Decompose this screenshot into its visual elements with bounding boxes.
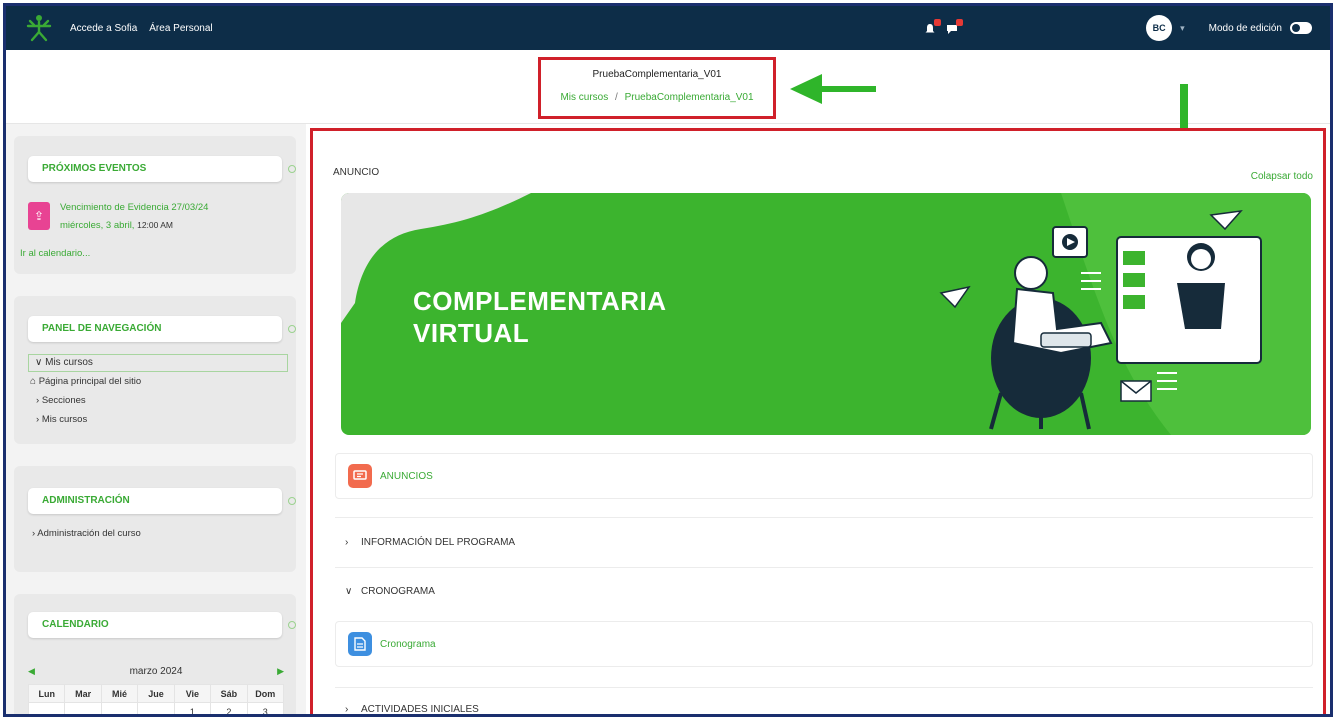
block-title-navigation: PANEL DE NAVEGACIÓN	[28, 316, 296, 342]
calendar-day[interactable]: 2	[210, 702, 248, 714]
block-title-admin: ADMINISTRACIÓN	[28, 488, 296, 514]
weekday: Mar	[64, 684, 102, 703]
section-informacion-programa[interactable]: › INFORMACIÓN DEL PROGRAMA	[335, 517, 1313, 567]
nav-item-label: Secciones	[41, 395, 86, 406]
weekday: Lun	[27, 684, 66, 703]
left-sidebar: PRÓXIMOS EVENTOS ⇪ Vencimiento de Eviden…	[6, 124, 306, 714]
chat-icon[interactable]	[946, 19, 964, 34]
go-to-calendar-link[interactable]: Ir al calendario...	[20, 248, 90, 259]
chevron-right-icon: ›	[345, 704, 349, 715]
section-label: ACTIVIDADES INICIALES	[361, 704, 479, 715]
next-month-icon[interactable]: ▶	[277, 666, 284, 677]
forum-icon	[348, 464, 372, 488]
event-date-text[interactable]: miércoles, 3 abril,	[60, 220, 134, 231]
page-header: PruebaComplementaria_V01 Mis cursos / Pr…	[6, 50, 1330, 166]
sena-logo-icon[interactable]	[24, 13, 54, 43]
event-file-icon: ⇪	[28, 202, 50, 230]
nav-item-home[interactable]: ⌂ Página principal del sitio	[30, 376, 141, 387]
banner-title: COMPLEMENTARIA VIRTUAL	[413, 285, 667, 349]
section-label: CRONOGRAMA	[361, 586, 435, 597]
weekday: Mié	[100, 684, 139, 703]
calendar-day[interactable]: 1	[173, 702, 212, 714]
schedule-activity[interactable]: Cronograma	[335, 621, 1313, 667]
page-title: PruebaComplementaria_V01	[592, 69, 722, 80]
nav-item-label: Página principal del sitio	[38, 376, 142, 387]
event-date: miércoles, 3 abril, 12:00 AM	[60, 220, 173, 231]
breadcrumb: Mis cursos / PruebaComplementaria_V01	[541, 92, 773, 103]
calendar-block: CALENDARIO ◀ marzo 2024 ▶ Lun Mar Mié Ju…	[14, 594, 296, 714]
calendar-day	[27, 702, 66, 714]
course-content-panel: ANUNCIO Colapsar todo COMPLEMENTARIA VIR…	[310, 128, 1326, 715]
calendar-day	[137, 702, 175, 714]
page-frame: Accede a Sofia Área Personal BC ▾ Modo d…	[3, 3, 1333, 717]
event-link[interactable]: Vencimiento de Evidencia 27/03/24	[60, 202, 208, 213]
nav-item-label: Mis cursos	[45, 357, 93, 368]
event-time: 12:00 AM	[137, 220, 174, 230]
home-icon: ⌂	[30, 376, 37, 387]
banner-line-1: COMPLEMENTARIA	[413, 286, 667, 316]
breadcrumb-mis-cursos[interactable]: Mis cursos	[560, 92, 608, 103]
navigation-block: PANEL DE NAVEGACIÓN ∨ Mis cursos ⌂ Págin…	[14, 296, 296, 444]
block-title-calendar: CALENDARIO	[28, 612, 296, 638]
user-avatar[interactable]: BC	[1146, 15, 1173, 41]
weekday: Dom	[246, 684, 285, 703]
banner-line-2: VIRTUAL	[413, 318, 530, 348]
nav-link-area-personal[interactable]: Área Personal	[149, 23, 212, 34]
weekday: Jue	[137, 684, 175, 703]
chevron-right-icon: ›	[36, 414, 40, 425]
announcements-activity[interactable]: ANUNCIOS	[335, 453, 1313, 499]
section-cronograma[interactable]: ∨ CRONOGRAMA	[335, 567, 1313, 615]
bell-icon[interactable]	[924, 19, 942, 34]
edit-mode-toggle[interactable]	[1290, 22, 1312, 34]
section-title-anuncio: ANUNCIO	[333, 167, 380, 178]
prev-month-icon[interactable]: ◀	[28, 666, 35, 677]
calendar-header: ◀ marzo 2024 ▶	[28, 666, 284, 677]
section-actividades-iniciales[interactable]: › ACTIVIDADES INICIALES	[335, 687, 1313, 715]
nav-link-sofia[interactable]: Accede a Sofia	[70, 23, 137, 34]
chevron-right-icon: ›	[32, 528, 36, 539]
weekday: Sáb	[210, 684, 248, 703]
calendar-day[interactable]: 3	[246, 702, 285, 714]
calendar-month: marzo 2024	[129, 666, 183, 677]
breadcrumb-separator: /	[615, 92, 618, 103]
weekday: Vie	[173, 684, 212, 703]
collapse-all-link[interactable]: Colapsar todo	[1251, 171, 1313, 182]
calendar-weekdays: Lun Mar Mié Jue Vie Sáb Dom	[27, 684, 285, 703]
nav-item-mis-cursos[interactable]: ∨ Mis cursos	[28, 354, 288, 372]
chevron-down-icon[interactable]: ▾	[1180, 23, 1185, 34]
arrow-left-icon	[790, 74, 876, 104]
announcements-link[interactable]: ANUNCIOS	[380, 471, 433, 482]
chevron-down-icon: ∨	[35, 357, 43, 368]
nav-item-secciones[interactable]: › Secciones	[36, 395, 86, 406]
nav-item-mis-cursos-sub[interactable]: › Mis cursos	[36, 414, 87, 425]
course-header-highlight: PruebaComplementaria_V01 Mis cursos / Pr…	[538, 57, 776, 119]
calendar-week: 1 2 3	[27, 702, 285, 714]
upcoming-events-block: PRÓXIMOS EVENTOS ⇪ Vencimiento de Eviden…	[14, 136, 296, 274]
section-label: INFORMACIÓN DEL PROGRAMA	[361, 537, 516, 548]
course-banner: COMPLEMENTARIA VIRTUAL	[341, 193, 1311, 435]
calendar-grid: Lun Mar Mié Jue Vie Sáb Dom 1 2 3	[27, 684, 285, 714]
calendar-day	[64, 702, 102, 714]
chevron-right-icon: ›	[36, 395, 40, 406]
breadcrumb-course[interactable]: PruebaComplementaria_V01	[625, 92, 754, 103]
block-title-events: PRÓXIMOS EVENTOS	[28, 156, 296, 182]
edit-mode-label: Modo de edición	[1208, 22, 1282, 34]
chevron-down-icon: ∨	[345, 586, 353, 597]
admin-item-label: Administración del curso	[37, 528, 141, 539]
notification-area	[924, 19, 964, 34]
nav-item-label: Mis cursos	[41, 414, 88, 425]
calendar-day	[100, 702, 139, 714]
top-navbar: Accede a Sofia Área Personal BC ▾ Modo d…	[6, 6, 1330, 50]
chevron-right-icon: ›	[345, 537, 349, 548]
schedule-link[interactable]: Cronograma	[380, 639, 436, 650]
administration-block: ADMINISTRACIÓN › Administración del curs…	[14, 466, 296, 572]
admin-course-link[interactable]: › Administración del curso	[32, 528, 141, 539]
page-icon	[348, 632, 372, 656]
